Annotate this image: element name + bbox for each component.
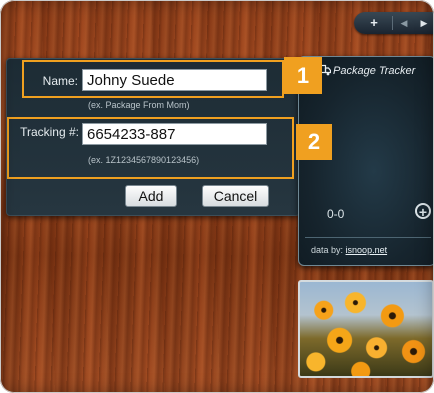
gadget-title: Package Tracker (333, 65, 416, 77)
add-gadget-button[interactable]: + (366, 15, 382, 31)
cancel-button[interactable]: Cancel (202, 185, 269, 207)
callout-box-2 (7, 117, 294, 179)
flower-centers (300, 282, 432, 376)
credit-link[interactable]: isnoop.net (346, 245, 388, 255)
slideshow-photo[interactable] (298, 280, 434, 378)
add-package-icon[interactable]: + (415, 203, 431, 220)
data-credit: data by: isnoop.net (311, 245, 387, 255)
toolbar-separator (392, 16, 393, 30)
callout-badge-2: 2 (296, 124, 332, 160)
previous-page-button[interactable]: ◀ (398, 15, 410, 31)
add-button[interactable]: Add (125, 185, 177, 207)
next-page-button[interactable]: ▶ (418, 15, 430, 31)
name-hint: (ex. Package From Mom) (88, 100, 190, 110)
sidebar-toolbar: + ◀ ▶ (354, 12, 434, 34)
callout-box-1 (22, 60, 284, 98)
package-count: 0-0 (327, 207, 345, 221)
credit-prefix: data by: (311, 245, 344, 255)
gadget-divider (305, 237, 431, 238)
desktop-background: + ◀ ▶ Name: Johny Suede (ex. Package Fro… (0, 0, 434, 393)
callout-badge-1: 1 (284, 57, 322, 94)
